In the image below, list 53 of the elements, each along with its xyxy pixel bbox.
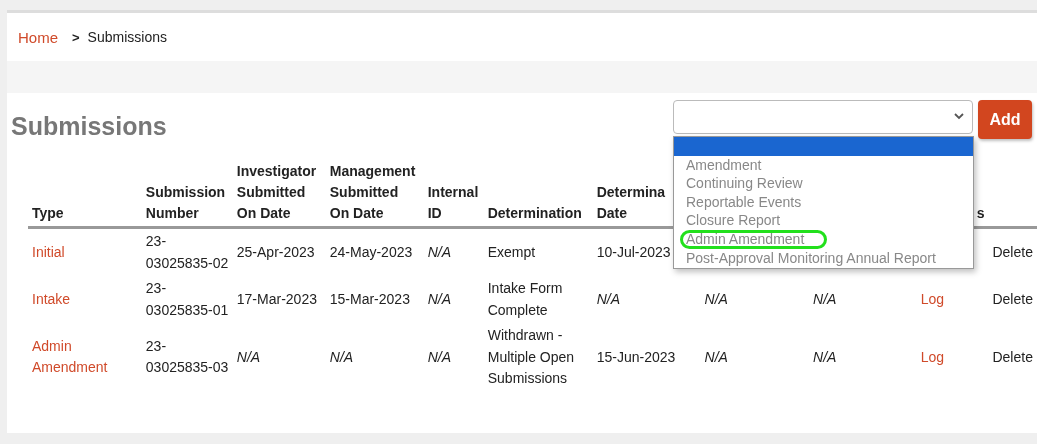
table-link[interactable]: Log [920,288,944,311]
table-cell: 23- 03025835-03 [145,337,229,376]
table-cell: N/A [704,348,728,365]
table-cell: 23- 03025835-02 [145,233,229,271]
table-cell: N/A [427,243,452,260]
dropdown-option[interactable]: Admin Amendment [674,229,973,249]
table-cell: 10-Jul-2023 [596,243,671,260]
table-cell: N/A [236,348,261,365]
dropdown-option[interactable]: Closure Report [674,211,973,230]
column-header: Internal ID [427,184,479,221]
table-cell: 15-Mar-2023 [329,290,410,307]
table-link[interactable]: Log [920,346,944,368]
dropdown-option[interactable]: Continuing Review [674,174,973,193]
table-cell: N/A [596,290,620,307]
table-link[interactable]: Intake [32,288,71,311]
column-header: s [976,205,985,221]
table-cell: Intake Form Complete [487,280,563,318]
chevron-down-icon [954,113,964,120]
column-header: Management Submitted On Date [329,163,416,221]
dropdown-option[interactable] [674,137,973,156]
breadcrumb-link[interactable]: Home [18,28,58,46]
dropdown-option[interactable]: Post-Approval Monitoring Annual Report [674,248,973,268]
column-header: Type [32,205,64,221]
add-button[interactable]: Add [978,100,1032,139]
table-cell: Withdrawn - Multiple Open Submissions [487,327,575,386]
table-cell: N/A [813,290,837,307]
table-cell: Exempt [487,243,536,260]
page-title: Submissions [11,112,168,141]
delete-link[interactable]: Delete [992,348,1033,365]
highlight-ring: Admin Amendment [680,229,828,249]
type-select[interactable] [673,100,973,134]
table-cell: 25-Apr-2023 [236,243,315,260]
table-cell: N/A [427,290,452,307]
dropdown-option[interactable]: Reportable Events [674,192,973,212]
table-cell: N/A [704,290,728,307]
column-header: Determina Date [596,184,666,221]
breadcrumb-separator: > [72,29,80,45]
table-cell: N/A [813,348,837,365]
table-cell: 15-Jun-2023 [596,348,676,365]
column-header: Determination [487,205,582,221]
breadcrumb-current: Submissions [87,29,167,45]
table-cell: 24-May-2023 [329,243,413,260]
table-cell: N/A [427,348,452,365]
dropdown-option[interactable]: Amendment [674,155,973,175]
table-cell: N/A [329,348,354,365]
column-header: Submission Number [145,184,226,221]
table-link[interactable]: Initial [32,241,65,264]
delete-link[interactable]: Delete [992,290,1033,307]
table-cell: 23- 03025835-01 [145,280,229,318]
table-link[interactable]: Admin Amendment [32,335,108,379]
table-cell: 17-Mar-2023 [236,290,317,307]
delete-link[interactable]: Delete [992,243,1033,260]
column-header: Investigator Submitted On Date [236,163,317,221]
